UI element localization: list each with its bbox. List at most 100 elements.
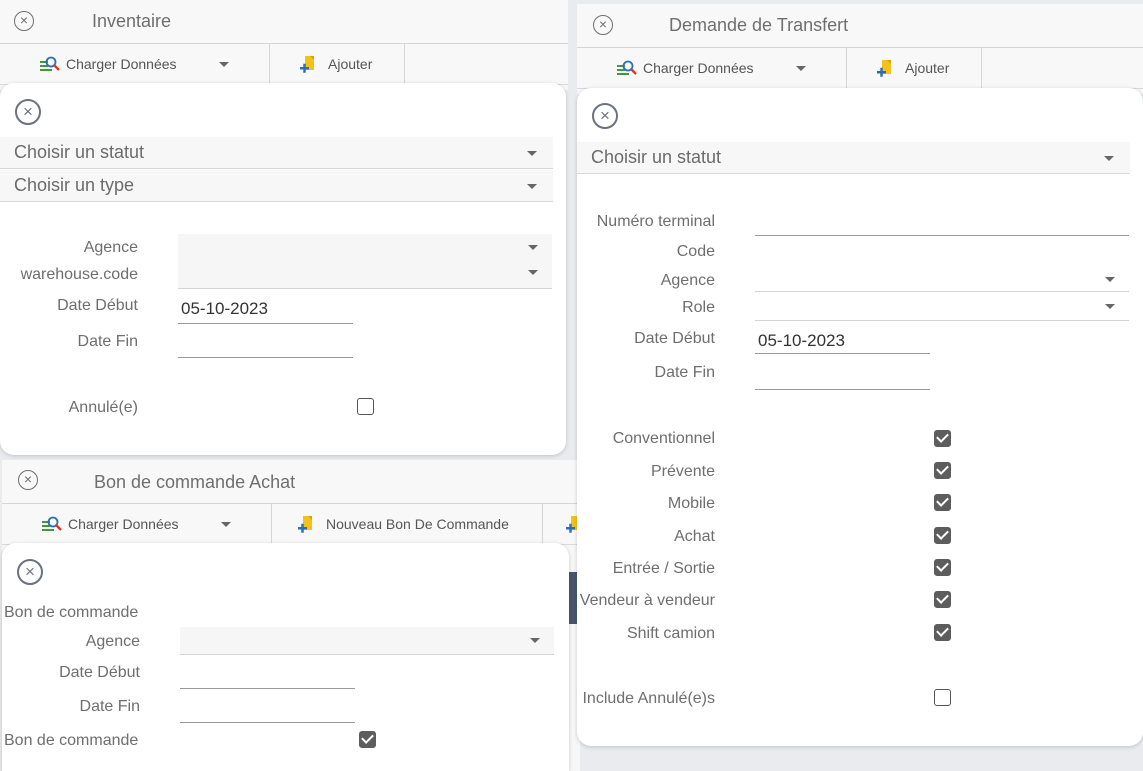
bon-commande-filter-card: × Bon de commande Agence Date Début Date… xyxy=(2,543,569,771)
warehouse-label: warehouse.code xyxy=(20,266,138,283)
inventaire-panel: × Inventaire Charger Données Ajouter xyxy=(0,0,568,90)
numero-terminal-label: Numéro terminal xyxy=(596,213,715,230)
conventionnel-label: Conventionnel xyxy=(612,430,715,447)
date-fin-input[interactable] xyxy=(755,362,930,388)
add-label: Ajouter xyxy=(905,60,950,76)
date-debut-underline xyxy=(755,353,930,354)
close-icon[interactable]: × xyxy=(17,559,43,585)
bon-commande-check-label: Bon de commande xyxy=(4,732,139,749)
agence-label: Agence xyxy=(83,239,138,256)
load-data-label: Charger Données xyxy=(643,60,754,76)
date-fin-underline xyxy=(178,357,353,358)
new-order-button[interactable]: Nouveau Bon De Commande xyxy=(272,504,543,544)
date-fin-label: Date Fin xyxy=(79,698,140,715)
add-label: Ajouter xyxy=(328,56,373,72)
include-annule-checkbox[interactable] xyxy=(934,689,951,706)
close-icon[interactable]: × xyxy=(592,103,618,129)
close-icon[interactable]: × xyxy=(14,11,34,31)
chevron-down-icon[interactable] xyxy=(221,522,231,527)
add-button[interactable]: Ajouter xyxy=(270,44,405,84)
load-data-button[interactable]: Charger Données xyxy=(2,504,272,544)
bon-commande-label: Bon de commande xyxy=(4,604,139,621)
search-data-icon xyxy=(42,516,62,531)
agence-label: Agence xyxy=(660,272,715,289)
date-fin-input[interactable] xyxy=(178,331,353,356)
add-button[interactable]: Ajouter xyxy=(847,48,982,88)
warehouse-select[interactable] xyxy=(178,261,552,289)
vendeur-a-vendeur-label: Vendeur à vendeur xyxy=(579,592,715,609)
transfert-filter-card: × Choisir un statut Numéro terminal Code… xyxy=(577,88,1143,746)
chevron-down-icon xyxy=(1104,156,1114,161)
date-debut-input[interactable] xyxy=(180,661,355,687)
prevente-label: Prévente xyxy=(650,463,715,480)
chevron-down-icon xyxy=(528,270,538,275)
entree-sortie-checkbox[interactable] xyxy=(934,559,951,576)
date-debut-label: Date Début xyxy=(59,664,140,681)
code-label: Code xyxy=(676,243,715,260)
date-fin-label: Date Fin xyxy=(654,364,715,381)
inventaire-title: Inventaire xyxy=(92,11,172,31)
bon-commande-checkbox[interactable] xyxy=(359,731,376,748)
add-document-icon xyxy=(298,516,312,533)
annule-label: Annulé(e) xyxy=(68,399,138,416)
close-icon[interactable]: × xyxy=(593,15,613,35)
numero-terminal-input[interactable] xyxy=(755,208,1129,234)
date-fin-underline xyxy=(180,722,355,723)
inventaire-toolbar: Charger Données Ajouter xyxy=(0,44,568,85)
vendeur-a-vendeur-checkbox[interactable] xyxy=(934,591,951,608)
role-select[interactable] xyxy=(755,293,1129,321)
date-debut-underline xyxy=(178,323,353,324)
date-debut-label: Date Début xyxy=(634,330,715,347)
agence-select[interactable] xyxy=(755,264,1129,292)
entree-sortie-label: Entrée / Sortie xyxy=(612,560,715,577)
add-document-icon xyxy=(300,56,314,73)
date-debut-underline xyxy=(180,688,355,689)
agence-select[interactable] xyxy=(180,627,554,655)
close-icon[interactable]: × xyxy=(15,99,41,125)
agence-select[interactable] xyxy=(178,234,552,262)
transfert-title: Demande de Transfert xyxy=(669,15,849,35)
shift-camion-checkbox[interactable] xyxy=(934,624,951,641)
date-fin-underline xyxy=(755,389,930,390)
load-data-label: Charger Données xyxy=(68,516,179,532)
annule-checkbox[interactable] xyxy=(357,398,374,415)
search-data-icon xyxy=(617,60,637,75)
date-debut-input[interactable]: 05-10-2023 xyxy=(181,299,268,319)
bon-commande-title: Bon de commande Achat xyxy=(94,472,296,492)
load-data-button[interactable]: Charger Données xyxy=(577,48,847,88)
agence-label: Agence xyxy=(85,633,140,650)
date-fin-input[interactable] xyxy=(180,695,355,721)
new-order-label: Nouveau Bon De Commande xyxy=(326,516,509,532)
search-data-icon xyxy=(40,56,60,71)
achat-label: Achat xyxy=(674,528,715,545)
transfert-panel: × Demande de Transfert Charger Données A… xyxy=(577,4,1143,94)
load-data-label: Charger Données xyxy=(66,56,177,72)
type-select[interactable]: Choisir un type xyxy=(0,170,553,202)
mobile-label: Mobile xyxy=(667,495,715,512)
achat-checkbox[interactable] xyxy=(934,527,951,544)
chevron-down-icon[interactable] xyxy=(796,66,806,71)
shift-camion-label: Shift camion xyxy=(626,625,715,642)
mobile-checkbox[interactable] xyxy=(934,494,951,511)
numero-terminal-underline xyxy=(755,235,1129,236)
inventaire-titlebar: × Inventaire xyxy=(0,0,568,44)
chevron-down-icon[interactable] xyxy=(219,62,229,67)
status-placeholder: Choisir un statut xyxy=(14,142,145,162)
date-debut-input[interactable]: 05-10-2023 xyxy=(758,331,845,351)
status-select[interactable]: Choisir un statut xyxy=(0,137,553,169)
transfert-toolbar: Charger Données Ajouter xyxy=(577,48,1143,89)
date-fin-label: Date Fin xyxy=(77,333,138,350)
chevron-down-icon xyxy=(527,184,537,189)
load-data-button[interactable]: Charger Données xyxy=(0,44,270,84)
chevron-down-icon xyxy=(528,245,538,250)
conventionnel-checkbox[interactable] xyxy=(934,430,951,447)
chevron-down-icon xyxy=(1105,304,1115,309)
transfert-titlebar: × Demande de Transfert xyxy=(577,4,1143,48)
status-select[interactable]: Choisir un statut xyxy=(577,142,1130,174)
close-icon[interactable]: × xyxy=(18,470,38,490)
role-label: Role xyxy=(682,299,715,316)
status-placeholder: Choisir un statut xyxy=(591,147,722,167)
prevente-checkbox[interactable] xyxy=(934,462,951,479)
add-document-icon xyxy=(877,60,891,77)
bon-commande-toolbar: Charger Données Nouveau Bon De Commande xyxy=(2,504,580,545)
